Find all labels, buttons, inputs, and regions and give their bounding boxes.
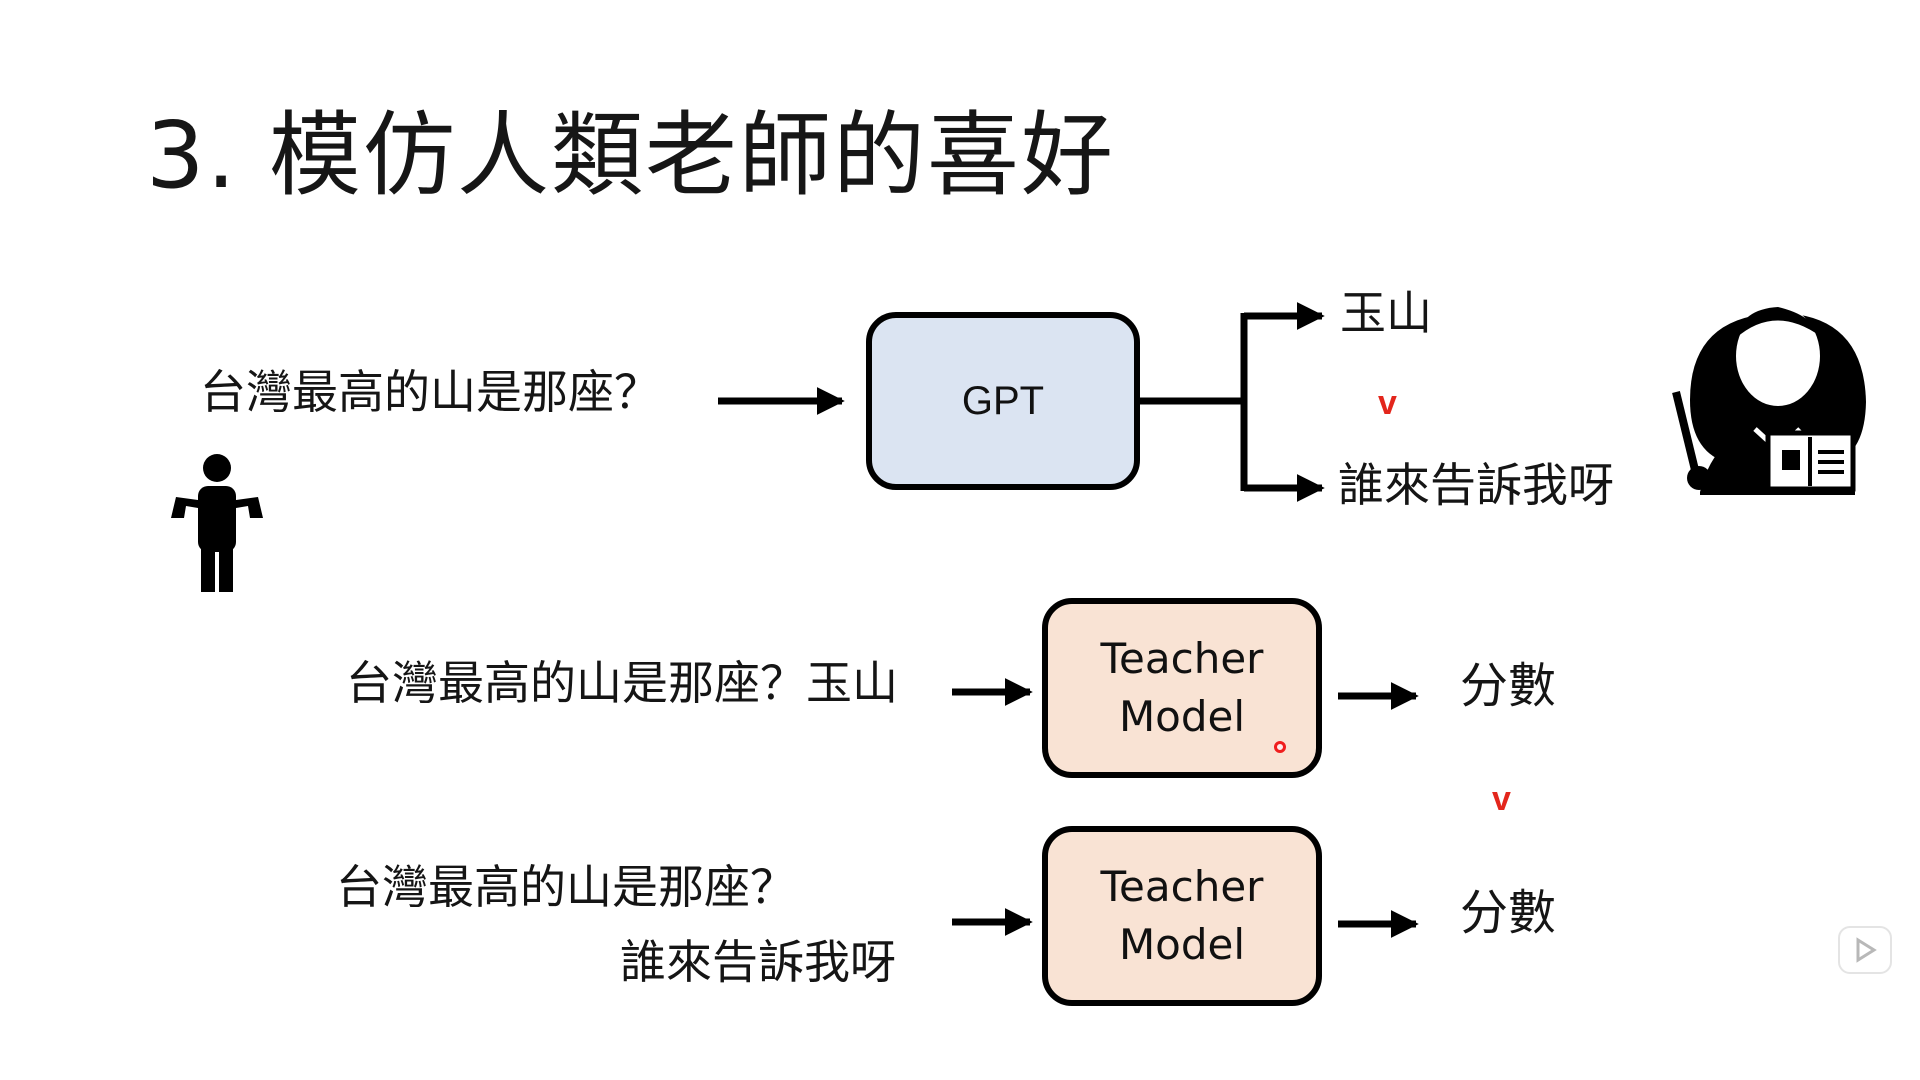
teacher-input-good: 台灣最高的山是那座？玉山: [346, 656, 898, 710]
answer-good-text: 玉山: [1340, 286, 1432, 340]
play-button-icon[interactable]: [1840, 928, 1890, 972]
person-shrugging-icon: [171, 454, 263, 592]
teacher-input-bad-line2: 誰來告訴我呀: [620, 935, 896, 989]
teacher-input-bad-line1: 台灣最高的山是那座？: [336, 860, 796, 914]
teacher-model-label-line2: Model: [1118, 692, 1246, 741]
gpt-model-label: GPT: [961, 378, 1045, 423]
teacher-model-label-line1: Teacher: [1100, 862, 1264, 911]
question-text: 台灣最高的山是那座？: [200, 365, 660, 419]
answer-bad-text: 誰來告訴我呀: [1338, 458, 1614, 512]
slide: 3. 模仿人類老師的喜好 台灣最高的山是那座？ GPT 玉山 v 誰來告訴我呀 …: [0, 0, 1920, 1080]
cursor-indicator: [1274, 741, 1286, 753]
teacher-with-book-icon: [1672, 306, 1866, 495]
comparison-symbol-top: v: [1378, 384, 1397, 422]
teacher-model-box-2: Teacher Model: [1042, 826, 1322, 1006]
score-label-2: 分數: [1460, 885, 1557, 941]
gpt-model-box: GPT: [866, 312, 1140, 490]
score-label-1: 分數: [1460, 658, 1557, 714]
comparison-symbol-bottom: v: [1492, 780, 1511, 818]
teacher-model-label-line2: Model: [1118, 920, 1246, 969]
teacher-model-label-line1: Teacher: [1100, 634, 1264, 683]
play-button-badge[interactable]: [1838, 926, 1892, 974]
diagram-connectors: [171, 302, 1866, 938]
